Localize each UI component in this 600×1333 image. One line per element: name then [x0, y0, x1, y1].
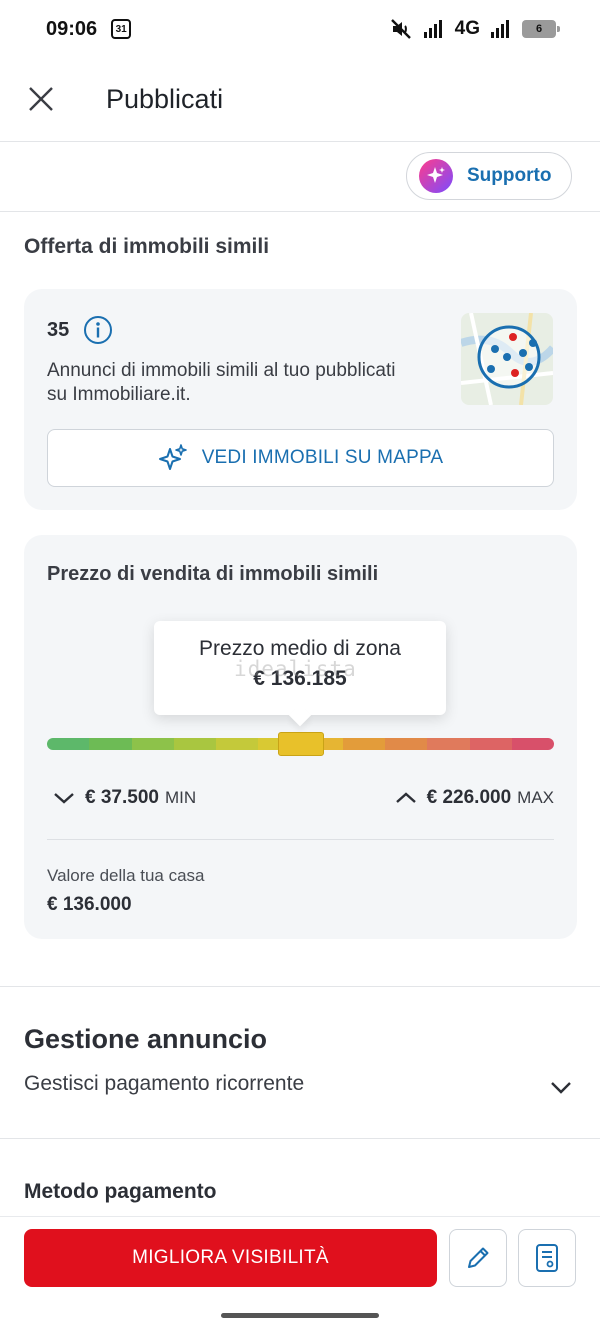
- price-bar-segment: [469, 738, 512, 750]
- document-icon: [536, 1244, 558, 1272]
- home-value: € 136.000: [47, 894, 132, 915]
- page-title: Pubblicati: [106, 84, 224, 114]
- home-value-label: Valore della tua casa: [47, 866, 205, 885]
- price-range-marker: [277, 732, 324, 756]
- price-bar-segment: [47, 738, 90, 750]
- bottom-action-bar: MIGLIORA VISIBILITÀ: [0, 1216, 600, 1333]
- chevron-down-icon: [54, 793, 74, 804]
- price-bar-segment: [511, 738, 554, 750]
- price-bar-segment: [173, 738, 216, 750]
- chevron-up-icon: [395, 792, 416, 803]
- price-card: Prezzo di vendita di immobili simili Pre…: [24, 535, 577, 939]
- offer-count-row: 35: [47, 315, 113, 345]
- watermark: idealista: [234, 657, 357, 681]
- price-bar-segment: [216, 738, 259, 750]
- max-price-group: € 226.000 MAX: [395, 787, 554, 809]
- offer-description: Annunci di immobili simili al tuo pubbli…: [47, 360, 396, 405]
- section-divider: [0, 986, 600, 987]
- min-max-row: € 37.500 MIN € 226.000 MAX: [47, 787, 554, 813]
- map-thumbnail-icon: [461, 313, 553, 405]
- calendar-icon: 31: [111, 19, 132, 39]
- card-divider: [47, 839, 554, 840]
- support-label: Supporto: [467, 165, 552, 186]
- price-bar-segment: [385, 738, 428, 750]
- min-price-group: € 37.500 MIN: [53, 787, 196, 809]
- view-on-map-label: VEDI IMMOBILI SU MAPPA: [201, 447, 444, 468]
- view-on-map-button[interactable]: VEDI IMMOBILI SU MAPPA: [47, 429, 554, 487]
- offer-section-title: Offerta di immobili simili: [24, 235, 270, 258]
- status-bar: 09:06 31 4G 6: [0, 0, 600, 58]
- price-bar-segment: [427, 738, 470, 750]
- min-price-label: MIN: [164, 788, 197, 807]
- battery-icon: 6: [522, 20, 560, 38]
- edit-button[interactable]: [449, 1229, 507, 1287]
- mute-icon: [390, 19, 411, 39]
- max-price-label: MAX: [517, 788, 554, 807]
- support-button[interactable]: Supporto: [406, 152, 572, 200]
- improve-visibility-label: MIGLIORA VISIBILITÀ: [132, 1247, 329, 1268]
- management-title: Gestione annuncio: [24, 1024, 268, 1054]
- min-price-value: € 37.500: [85, 787, 159, 808]
- improve-visibility-button[interactable]: MIGLIORA VISIBILITÀ: [24, 1229, 437, 1287]
- close-icon: [29, 87, 53, 111]
- document-button[interactable]: [518, 1229, 576, 1287]
- network-type: 4G: [454, 18, 480, 39]
- offer-count: 35: [47, 318, 70, 341]
- payment-method-title: Metodo pagamento: [24, 1180, 217, 1203]
- support-row: Supporto: [0, 142, 600, 212]
- app-header: Pubblicati: [0, 58, 600, 142]
- recurring-payment-label: Gestisci pagamento ricorrente: [24, 1072, 305, 1095]
- offer-card: 35 Annunci di immobili simili al tuo pub…: [24, 289, 577, 510]
- sparkle-icon: [158, 444, 187, 470]
- info-icon[interactable]: [83, 315, 113, 345]
- chevron-down-icon: [551, 1082, 571, 1094]
- home-indicator[interactable]: [221, 1313, 379, 1318]
- max-price-value: € 226.000: [426, 787, 512, 808]
- section-divider: [0, 1138, 600, 1139]
- signal-icon-2: [491, 20, 509, 38]
- price-section-title: Prezzo di vendita di immobili simili: [47, 563, 379, 585]
- status-indicators: 4G 6: [389, 17, 560, 41]
- signal-icon: [423, 20, 442, 38]
- status-time: 09:06: [46, 17, 98, 40]
- price-bar-segment: [131, 738, 174, 750]
- recurring-payment-row[interactable]: Gestisci pagamento ricorrente: [0, 1066, 600, 1106]
- close-button[interactable]: [22, 80, 60, 118]
- price-bar-segment: [342, 738, 385, 750]
- pencil-icon: [468, 1247, 489, 1268]
- price-bar-segment: [89, 738, 132, 750]
- sparkle-icon: [419, 159, 453, 193]
